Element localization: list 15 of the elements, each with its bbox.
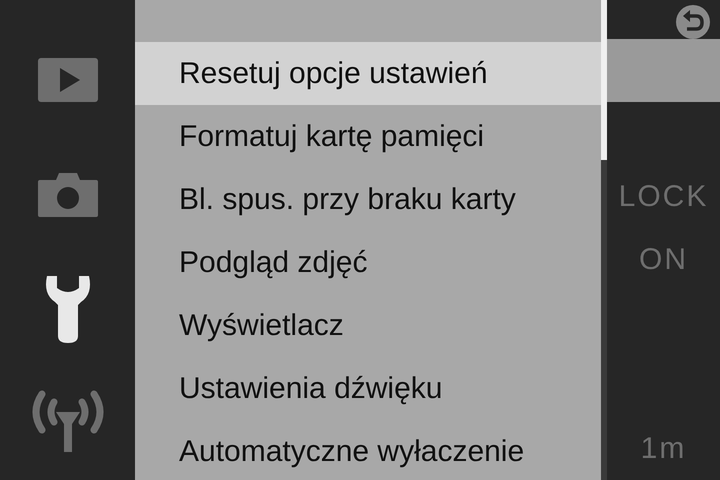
back-icon[interactable] <box>676 5 710 39</box>
menu-item[interactable]: Formatuj kartę pamięci <box>135 105 601 168</box>
setting-value: 1m <box>640 431 686 467</box>
menu-item[interactable]: Bl. spus. przy braku karty <box>135 168 601 231</box>
menu-item[interactable]: Wyświetlacz <box>135 294 601 357</box>
camera-icon[interactable] <box>36 170 98 218</box>
setting-value: LOCK <box>618 179 708 215</box>
menu-item[interactable]: Automatyczne wyłaczenie <box>135 420 601 480</box>
menu-item[interactable]: Podgląd zdjęć <box>135 231 601 294</box>
scrollbar-track[interactable] <box>601 0 607 480</box>
play-icon[interactable] <box>38 58 98 102</box>
menu-item[interactable]: Ustawienia dźwięku <box>135 357 601 420</box>
scrollbar-thumb[interactable] <box>601 0 607 160</box>
menu-item[interactable]: Resetuj opcje ustawień <box>135 42 601 105</box>
setting-value: ON <box>639 242 688 278</box>
